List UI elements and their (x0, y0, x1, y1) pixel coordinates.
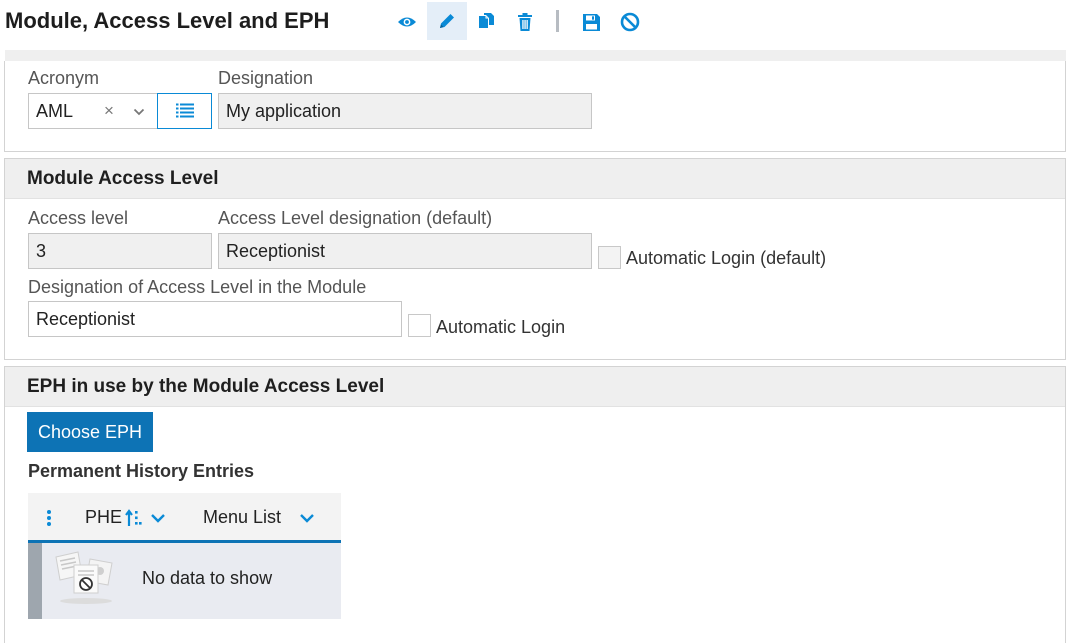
designation-field[interactable]: My application (218, 93, 592, 129)
column-menu-icon[interactable] (46, 509, 52, 527)
save-icon (582, 13, 600, 31)
access-level-field[interactable]: 3 (28, 233, 212, 269)
acronym-value: AML (36, 101, 74, 121)
module-panel: Acronym AML × Designation My application (4, 61, 1066, 152)
module-designation-label: Designation of Access Level in the Modul… (28, 277, 367, 297)
copy-icon (479, 13, 494, 28)
eph-panel: EPH in use by the Module Access Level Ch… (4, 366, 1066, 643)
page-title: Module, Access Level and EPH (5, 8, 330, 33)
chevron-down-icon[interactable] (150, 513, 166, 523)
phe-grid: PHE Menu List No data to show (28, 493, 341, 620)
grid-header: PHE Menu List (28, 493, 341, 543)
access-level-panel: Module Access Level Access level 3 Acces… (4, 158, 1066, 360)
grid-empty-state: No data to show (28, 543, 341, 619)
cancel-button[interactable] (611, 4, 649, 40)
empty-documents-icon (55, 551, 113, 604)
edit-button[interactable] (427, 2, 467, 40)
trash-icon (518, 13, 532, 31)
auto-login-label: Automatic Login (436, 317, 566, 337)
cancel-icon (620, 12, 640, 32)
empty-state-text: No data to show (142, 568, 273, 588)
column-phe[interactable]: PHE (85, 507, 122, 528)
view-button[interactable] (388, 4, 426, 40)
pencil-icon (440, 14, 454, 28)
access-level-label: Access level (28, 208, 129, 228)
chevron-down-icon[interactable] (299, 513, 315, 523)
list-icon (176, 103, 194, 118)
delete-button[interactable] (506, 4, 544, 40)
entries-title: Permanent History Entries (28, 461, 255, 481)
chevron-down-icon[interactable] (133, 108, 145, 116)
auto-login-default-label: Automatic Login (default) (626, 248, 827, 268)
toolbar-separator (556, 10, 559, 32)
acronym-select[interactable]: AML × (28, 93, 158, 129)
acronym-label: Acronym (28, 68, 100, 88)
sort-icon[interactable] (125, 509, 143, 527)
clear-icon[interactable]: × (104, 101, 114, 121)
access-level-section-title: Module Access Level (5, 159, 1065, 199)
save-button[interactable] (572, 4, 610, 40)
title-bar: Module, Access Level and EPH (0, 0, 1072, 46)
designation-label: Designation (218, 68, 314, 88)
eph-section-title: EPH in use by the Module Access Level (5, 367, 1065, 407)
eye-icon (398, 17, 416, 27)
column-menu-list[interactable]: Menu List (203, 507, 281, 528)
copy-button[interactable] (467, 4, 505, 40)
auto-login-default-checkbox[interactable] (598, 246, 621, 269)
auto-login-checkbox[interactable] (408, 314, 431, 337)
choose-eph-button[interactable]: Choose EPH (27, 412, 153, 452)
access-level-designation-label: Access Level designation (default) (218, 208, 493, 228)
acronym-list-button[interactable] (157, 93, 212, 129)
module-designation-input[interactable]: Receptionist (28, 301, 402, 337)
access-level-designation-field[interactable]: Receptionist (218, 233, 592, 269)
